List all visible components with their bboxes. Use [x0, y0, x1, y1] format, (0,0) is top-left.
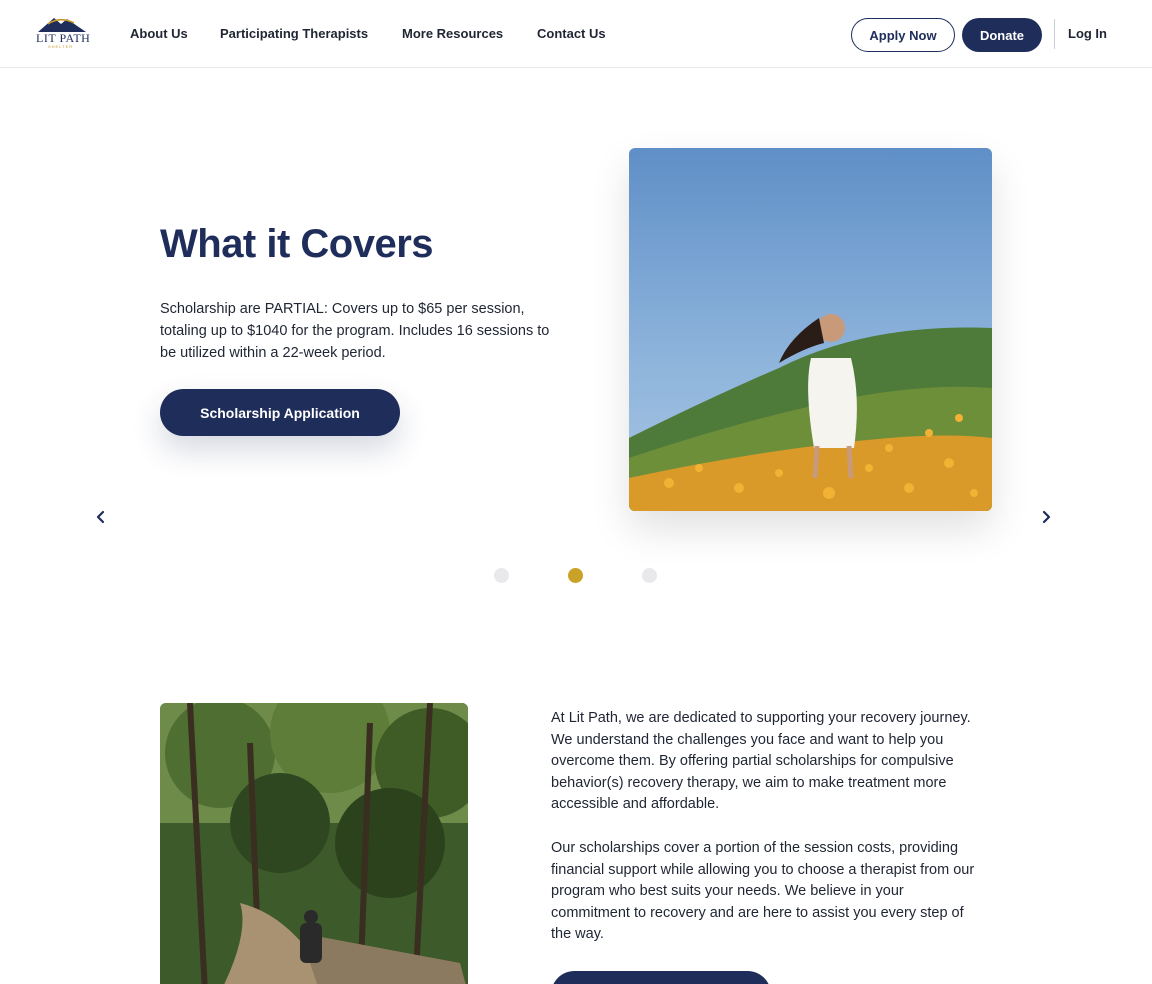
site-logo[interactable]: LIT PATH SHELTER	[34, 14, 90, 54]
apply-now-button[interactable]: Apply Now	[851, 18, 955, 52]
site-header: LIT PATH SHELTER About Us Participating …	[0, 0, 1152, 68]
log-in-link[interactable]: Log In	[1068, 0, 1107, 68]
chevron-right-icon	[1042, 510, 1051, 524]
about-paragraph-1: At Lit Path, we are dedicated to support…	[551, 710, 971, 812]
slide-description: Scholarship are PARTIAL: Covers up to $6…	[160, 301, 550, 361]
chevron-left-icon	[96, 510, 105, 524]
nav-about-us[interactable]: About Us	[130, 0, 188, 68]
header-divider	[1054, 19, 1055, 49]
carousel-next-arrow[interactable]	[1034, 505, 1058, 529]
bottom-action-button[interactable]	[551, 971, 771, 984]
slide-title: What it Covers	[160, 222, 434, 266]
woman-in-field-image	[629, 148, 992, 511]
carousel-dot-1[interactable]	[494, 568, 509, 583]
nav-more-resources[interactable]: More Resources	[402, 0, 503, 68]
about-paragraph-2: Our scholarships cover a portion of the …	[551, 840, 975, 942]
nav-participating-therapists[interactable]: Participating Therapists	[220, 0, 368, 68]
scholarship-application-button[interactable]: Scholarship Application	[160, 389, 400, 436]
logo-tagline: SHELTER	[48, 44, 74, 49]
carousel-prev-arrow[interactable]	[89, 505, 113, 529]
carousel-dot-2[interactable]	[568, 568, 583, 583]
donate-button[interactable]: Donate	[962, 18, 1042, 52]
carousel-dot-3[interactable]	[642, 568, 657, 583]
forest-trail-image	[160, 703, 468, 984]
nav-contact-us[interactable]: Contact Us	[537, 0, 606, 68]
